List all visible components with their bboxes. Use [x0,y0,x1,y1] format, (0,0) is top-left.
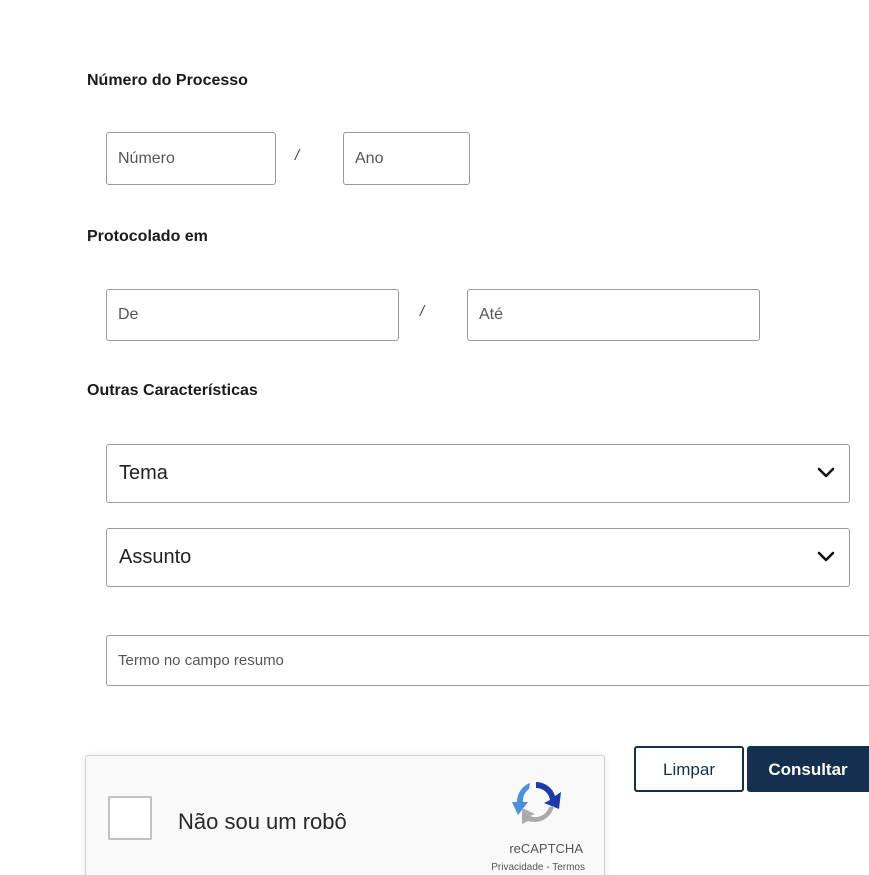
tema-select-value: Tema [119,462,168,484]
numero-ano-separator: / [295,147,300,164]
recaptcha-widget: Não sou um robô reCAPTCHA Privacidade - … [85,755,605,875]
date-range-separator: / [420,303,425,320]
chevron-down-icon [817,551,835,562]
recaptcha-terms-link[interactable]: Termos [552,862,585,873]
protocolado-label: Protocolado em [87,228,208,245]
recaptcha-logo-icon [512,782,561,824]
recaptcha-links: Privacidade - Termos [491,862,585,873]
tema-select[interactable]: Tema [106,444,850,503]
chevron-down-icon [817,467,835,478]
data-de-input[interactable] [106,289,399,341]
limpar-button[interactable]: Limpar [634,746,744,792]
assunto-select[interactable]: Assunto [106,528,850,587]
numero-processo-label: Número do Processo [87,72,248,89]
search-form-page: Número do Processo / Protocolado em / Ou… [0,0,869,875]
recaptcha-brand: reCAPTCHA [509,841,583,856]
recaptcha-label: Não sou um robô [178,809,347,834]
numero-input[interactable] [106,132,276,185]
recaptcha-links-separator: - [543,862,553,873]
data-ate-input[interactable] [467,289,760,341]
ano-input[interactable] [343,132,470,185]
outras-caracteristicas-label: Outras Características [87,382,258,399]
recaptcha-privacy-link[interactable]: Privacidade [491,862,543,873]
recaptcha-checkbox[interactable] [108,796,152,840]
consultar-button[interactable]: Consultar [747,746,869,792]
assunto-select-value: Assunto [119,546,192,568]
termo-resumo-input[interactable] [106,635,869,686]
